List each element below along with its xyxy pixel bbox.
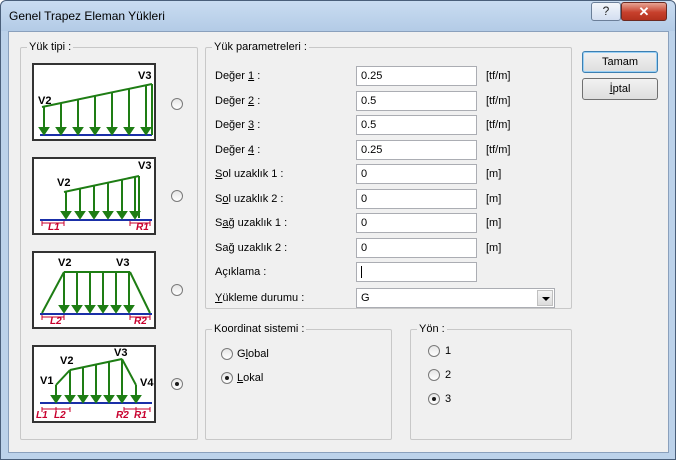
param-unit-5: [m]: [486, 168, 502, 180]
dialog-client: Yük tipi : V2 V3 V2 V3 L1 R1 V2 V3 L2 R2…: [8, 31, 669, 453]
diagram-1-graphic: [38, 83, 153, 136]
direction-1-label[interactable]: 1: [445, 345, 451, 357]
direction-3-radio[interactable]: [428, 393, 440, 405]
load-type-diagram-1[interactable]: V2 V3: [32, 63, 156, 141]
param-unit-3: [tf/m]: [486, 119, 511, 131]
description-input[interactable]: [356, 262, 477, 282]
diagram-4-r2: R2: [116, 410, 129, 421]
load-type-diagram-2[interactable]: V2 V3 L1 R1: [32, 157, 156, 235]
param-unit-8: [m]: [486, 241, 502, 254]
window-title: Genel Trapez Eleman Yükleri: [9, 9, 165, 23]
param-unit-6: [m]: [486, 192, 502, 205]
diagram-3-v3: V3: [116, 257, 130, 269]
param-label-8: Sağ uzaklık 2 :: [215, 241, 288, 254]
diagram-4-v4: V4: [140, 377, 154, 389]
param-unit-2: [tf/m]: [486, 94, 511, 107]
direction-label: Yön :: [417, 323, 447, 335]
param-input-3[interactable]: 0.5: [356, 115, 477, 135]
param-label-6: Sol uzaklık 2 :: [215, 192, 284, 205]
diagram-3-r2: R2: [134, 316, 147, 327]
param-label-7: Sağ uzaklık 1 :: [215, 217, 288, 229]
direction-2-radio[interactable]: [428, 369, 440, 381]
diagram-4-r1: R1: [134, 410, 147, 421]
param-input-8[interactable]: 0: [356, 237, 477, 258]
diagram-1-v2: V2: [38, 95, 52, 107]
diagram-2-r1: R1: [136, 222, 149, 233]
load-type-radio-4[interactable]: [171, 378, 183, 390]
diagram-2-v3: V3: [138, 160, 152, 172]
dialog-window: Genel Trapez Eleman Yükleri ? ✕ Yük tipi…: [0, 0, 676, 460]
load-type-radio-2[interactable]: [171, 190, 183, 202]
param-input-1[interactable]: 0.25: [356, 66, 477, 86]
param-input-6[interactable]: 0: [356, 188, 477, 209]
direction-1-radio[interactable]: [428, 345, 440, 357]
load-type-radio-3[interactable]: [171, 284, 183, 296]
diagram-1-v3: V3: [138, 70, 152, 82]
diagram-3-l2: L2: [50, 316, 62, 327]
load-type-diagram-4[interactable]: V1 V2 V3 V4 L1 L2 R2 R1: [32, 345, 156, 423]
param-label-5: Sol uzaklık 1 :: [215, 168, 284, 180]
param-label-4: Değer 4 :: [215, 143, 261, 156]
param-unit-7: [m]: [486, 217, 502, 229]
coord-global-label[interactable]: Global: [237, 348, 269, 360]
load-type-radio-1[interactable]: [171, 98, 183, 110]
load-params-label: Yük parametreleri :: [212, 41, 309, 53]
param-input-7[interactable]: 0: [356, 213, 477, 233]
description-label: Açıklama :: [215, 266, 267, 278]
diagram-4-v2: V2: [60, 355, 74, 367]
text-caret: [361, 266, 362, 279]
param-unit-1: [tf/m]: [486, 70, 511, 82]
diagram-4-v3: V3: [114, 347, 128, 359]
diagram-3-v2: V2: [58, 257, 72, 269]
coord-global-radio[interactable]: [221, 348, 233, 360]
radio-4-dot: [175, 382, 179, 386]
param-unit-4: [tf/m]: [486, 143, 511, 156]
diagram-4-l2: L2: [54, 410, 66, 421]
diagram-2-v2: V2: [57, 177, 71, 189]
coord-local-dot: [225, 376, 229, 380]
loading-state-label: Yükleme durumu :: [215, 292, 305, 304]
cancel-button[interactable]: İptal: [582, 78, 658, 100]
param-label-2: Değer 2 :: [215, 94, 261, 107]
param-input-4[interactable]: 0.25: [356, 139, 477, 160]
param-label-1: Değer 1 :: [215, 70, 261, 82]
loading-state-value: G: [361, 292, 370, 304]
param-input-5[interactable]: 0: [356, 164, 477, 184]
diagram-2-l1: L1: [48, 222, 60, 233]
load-type-label: Yük tipi :: [27, 41, 74, 53]
ok-button[interactable]: Tamam: [582, 51, 658, 73]
direction-2-label[interactable]: 2: [445, 369, 451, 381]
direction-3-dot: [432, 397, 436, 401]
close-button[interactable]: ✕: [621, 2, 667, 21]
param-label-3: Değer 3 :: [215, 119, 261, 131]
direction-3-label[interactable]: 3: [445, 393, 451, 405]
coord-system-label: Koordinat sistemi :: [212, 323, 307, 335]
help-button[interactable]: ?: [591, 2, 621, 21]
coord-local-label[interactable]: Lokal: [237, 372, 263, 384]
coord-local-radio[interactable]: [221, 372, 233, 384]
diagram-4-l1: L1: [36, 410, 48, 421]
diagram-4-v1: V1: [40, 375, 54, 387]
param-input-2[interactable]: 0.5: [356, 90, 477, 111]
load-type-diagram-3[interactable]: V2 V3 L2 R2: [32, 251, 156, 329]
title-bar[interactable]: Genel Trapez Eleman Yükleri ? ✕: [1, 1, 675, 31]
chevron-down-icon[interactable]: [537, 290, 553, 306]
loading-state-select[interactable]: G: [356, 288, 555, 308]
coord-system-group: Koordinat sistemi :: [205, 323, 392, 440]
